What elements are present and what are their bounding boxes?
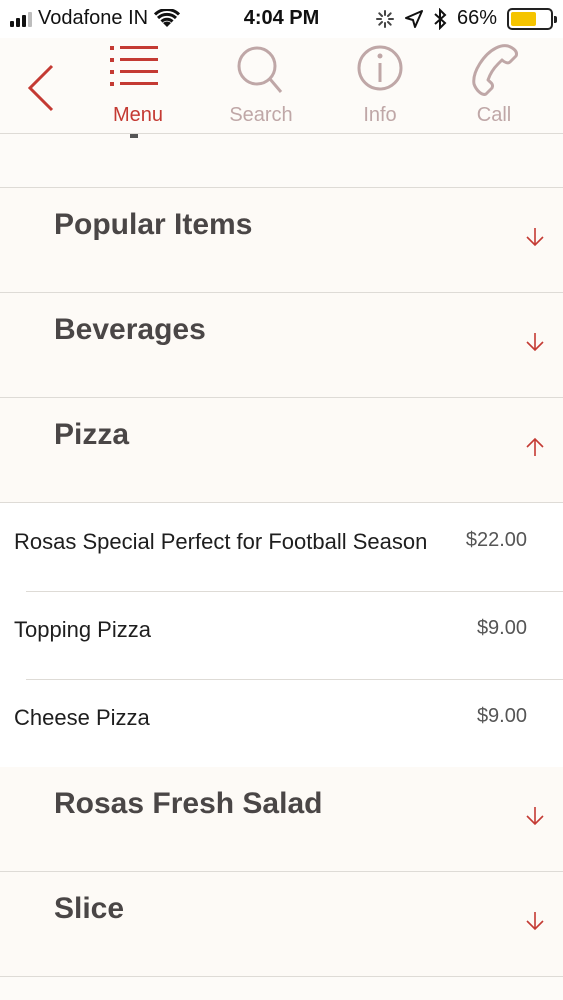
status-bar: Vodafone IN 4:04 PM 66% bbox=[0, 0, 563, 38]
chevron-left-icon bbox=[27, 64, 54, 112]
back-button[interactable] bbox=[22, 58, 62, 118]
nav-search-label: Search bbox=[229, 104, 293, 126]
menu-item[interactable]: Rosas Special Perfect for Football Seaso… bbox=[0, 503, 563, 591]
category-label: Popular Items bbox=[54, 208, 253, 241]
nav-call[interactable]: Call bbox=[444, 42, 544, 132]
partial-category-row[interactable] bbox=[0, 134, 563, 188]
menu-list-icon bbox=[110, 46, 158, 86]
info-icon bbox=[357, 45, 403, 91]
nav-info[interactable]: Info bbox=[330, 42, 430, 132]
item-name: Rosas Special Perfect for Football Seaso… bbox=[14, 529, 428, 554]
nav-menu-label: Menu bbox=[112, 104, 164, 126]
battery-percent: 66% bbox=[456, 7, 497, 29]
arrow-down-icon bbox=[526, 807, 544, 826]
activity-spinner-icon bbox=[375, 9, 394, 28]
pizza-items: Rosas Special Perfect for Football Seaso… bbox=[0, 503, 563, 767]
bluetooth-icon bbox=[434, 7, 447, 30]
category-label: Pizza bbox=[54, 418, 130, 451]
menu-item[interactable]: Topping Pizza $9.00 bbox=[0, 591, 563, 679]
nav-menu[interactable]: Menu bbox=[88, 42, 188, 132]
arrow-up-icon bbox=[526, 437, 544, 456]
search-icon bbox=[237, 46, 283, 93]
partial-text-fragment bbox=[130, 134, 138, 138]
category-pizza[interactable]: Pizza bbox=[0, 398, 563, 503]
item-price: $22.00 bbox=[465, 529, 527, 551]
arrow-down-icon bbox=[526, 228, 544, 247]
category-popular-items[interactable]: Popular Items bbox=[0, 188, 563, 293]
category-rosas-fresh-salad[interactable]: Rosas Fresh Salad bbox=[0, 767, 563, 872]
item-price: $9.00 bbox=[476, 617, 527, 639]
item-name: Cheese Pizza bbox=[14, 705, 150, 730]
status-right: 66% bbox=[375, 7, 557, 30]
nav-call-label: Call bbox=[476, 104, 512, 126]
category-label: Rosas Fresh Salad bbox=[54, 787, 323, 820]
nav-search[interactable]: Search bbox=[211, 42, 311, 132]
nav-bar: Menu Search Info Call bbox=[0, 38, 563, 134]
location-arrow-icon bbox=[404, 9, 423, 28]
category-beverages[interactable]: Beverages bbox=[0, 293, 563, 398]
arrow-down-icon bbox=[526, 333, 544, 352]
item-price: $9.00 bbox=[476, 705, 527, 727]
battery-fill bbox=[511, 11, 537, 26]
arrow-down-icon bbox=[526, 912, 544, 931]
category-slice[interactable]: Slice bbox=[0, 872, 563, 977]
menu-item[interactable]: Cheese Pizza $9.00 bbox=[0, 679, 563, 767]
item-name: Topping Pizza bbox=[14, 617, 151, 642]
menu-list: Popular Items Beverages Pizza Rosas Spec… bbox=[0, 134, 563, 1000]
phone-icon bbox=[472, 44, 518, 96]
nav-info-label: Info bbox=[363, 104, 397, 126]
category-label: Slice bbox=[54, 892, 125, 925]
battery-icon bbox=[507, 7, 557, 30]
category-label: Beverages bbox=[54, 313, 206, 346]
